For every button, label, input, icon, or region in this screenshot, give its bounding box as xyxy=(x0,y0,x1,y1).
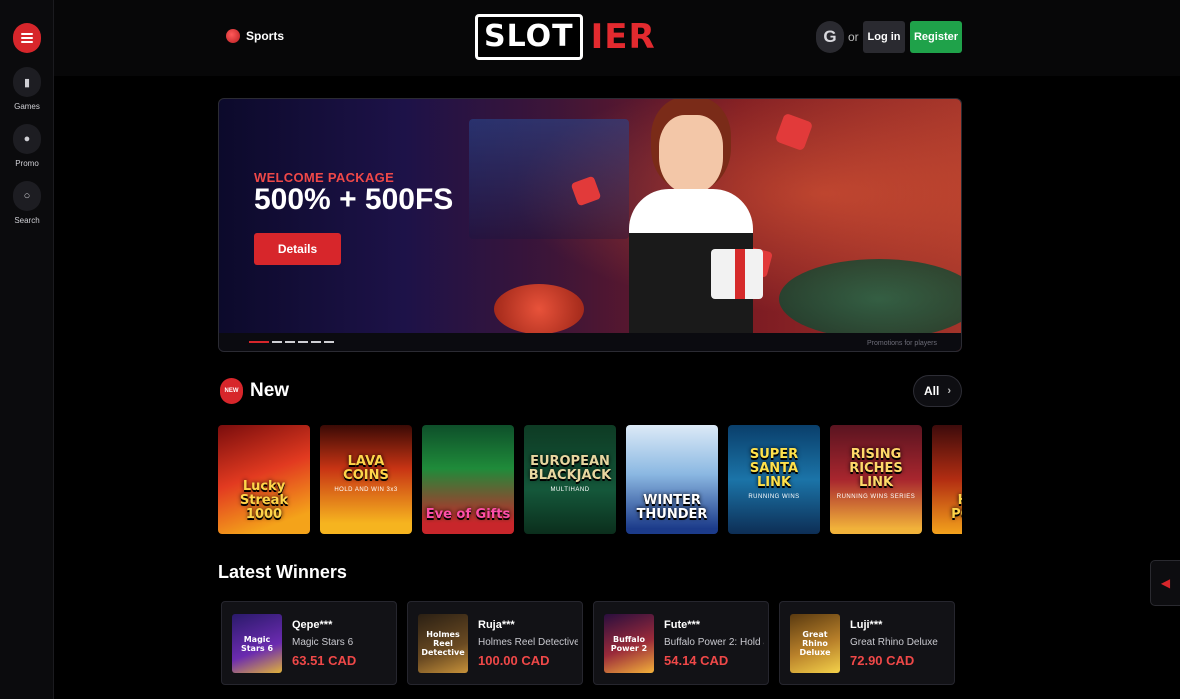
all-games-button[interactable]: All › xyxy=(913,375,962,407)
winner-username: Ruja*** xyxy=(478,619,515,631)
login-button[interactable]: Log in xyxy=(863,21,905,53)
rail-item-search[interactable]: ○ Search xyxy=(0,181,54,225)
game-tile[interactable]: EUROPEAN BLACKJACK MULTIHAND xyxy=(524,425,616,534)
game-subtitle: MULTIHAND xyxy=(550,487,590,493)
winner-amount: 63.51 CAD xyxy=(292,653,357,668)
game-tile[interactable]: WINTER THUNDER xyxy=(626,425,718,534)
winner-game-thumbnail: Magic Stars 6 xyxy=(232,614,282,673)
sports-label: Sports xyxy=(246,29,285,43)
promo-banner[interactable]: WELCOME PACKAGE 500% + 500FS Details Pro… xyxy=(218,98,962,352)
google-login-button[interactable]: G xyxy=(816,21,844,53)
game-tile[interactable]: LAVA COINS HOLD AND WIN 3x3 xyxy=(320,425,412,534)
logo-text-boxed: SLOT xyxy=(475,14,583,60)
winner-username: Fute*** xyxy=(664,619,701,631)
winner-username: Qepe*** xyxy=(292,619,333,631)
slide-dot[interactable] xyxy=(311,341,321,343)
game-title: Eve of Gifts xyxy=(425,507,511,522)
winner-username: Luji*** xyxy=(850,619,883,631)
winner-game-name: Great Rhino Deluxe xyxy=(850,637,938,648)
top-header: Sports SLOT IER G or Log in Register xyxy=(54,0,1180,76)
google-icon: G xyxy=(823,27,837,46)
banner-disclaimer: Promotions for players xyxy=(866,340,937,347)
rail-item-promo[interactable]: ● Promo xyxy=(0,124,54,168)
slot-machines-art xyxy=(469,119,629,239)
winner-card[interactable]: Magic Stars 6 Qepe*** Magic Stars 6 63.51 C… xyxy=(221,601,397,685)
games-icon: ▮ xyxy=(13,67,41,97)
gift-icon xyxy=(711,249,763,299)
menu-button[interactable] xyxy=(13,23,41,53)
game-title: HERO POWER xyxy=(951,494,962,522)
game-tile[interactable]: Eve of Gifts xyxy=(422,425,514,534)
game-subtitle: HOLD AND WIN 3x3 xyxy=(334,487,398,493)
sports-link[interactable]: Sports xyxy=(226,29,284,43)
winner-amount: 100.00 CAD xyxy=(478,653,550,668)
game-tile[interactable]: RISING RICHES LINK RUNNING WINS SERIES xyxy=(830,425,922,534)
slide-dot[interactable] xyxy=(285,341,295,343)
caret-left-icon: ◀ xyxy=(1160,576,1171,590)
game-title: SUPER SANTA LINK xyxy=(749,447,799,490)
dealer-illustration xyxy=(619,109,763,335)
winner-game-name: Buffalo Power 2: Hold and Win xyxy=(664,637,764,648)
game-subtitle: RUNNING WINS SERIES xyxy=(836,494,916,500)
game-subtitle: RUNNING WINS xyxy=(748,494,800,500)
register-button[interactable]: Register xyxy=(910,21,962,53)
rail-item-games[interactable]: ▮ Games xyxy=(0,67,54,111)
section-title-new: New xyxy=(250,380,290,401)
sports-ball-icon xyxy=(226,29,240,43)
slide-dot[interactable] xyxy=(249,341,269,343)
chips-art xyxy=(494,284,584,334)
winner-game-name: Holmes Reel Detective xyxy=(478,637,578,648)
game-tile[interactable]: HERO POWER xyxy=(932,425,962,534)
winner-card[interactable]: Buffalo Power 2 Fute*** Buffalo Power 2: H… xyxy=(593,601,769,685)
section-title-winners: Latest Winners xyxy=(218,562,347,582)
thumbnail-label: Magic Stars 6 xyxy=(240,634,274,653)
winner-game-name: Magic Stars 6 xyxy=(292,637,354,648)
new-games-carousel: Lucky Streak 1000 LAVA COINS HOLD AND WIN … xyxy=(218,425,962,535)
game-title: WINTER THUNDER xyxy=(636,493,708,522)
winner-card[interactable]: Great Rhino Deluxe Luji*** Great Rhino Del… xyxy=(779,601,955,685)
site-logo[interactable]: SLOT IER xyxy=(475,14,656,60)
game-tile[interactable]: Lucky Streak 1000 xyxy=(218,425,310,534)
winner-amount: 54.14 CAD xyxy=(664,653,729,668)
hamburger-icon xyxy=(21,33,33,43)
banner-headline: 500% + 500FS xyxy=(254,183,454,216)
winner-game-thumbnail: Great Rhino Deluxe xyxy=(790,614,840,673)
rail-item-label: Search xyxy=(14,216,40,225)
or-separator: or xyxy=(848,30,859,44)
game-tile[interactable]: SUPER SANTA LINK RUNNING WINS xyxy=(728,425,820,534)
left-rail: ▮ Games ● Promo ○ Search xyxy=(0,0,54,699)
game-title: LAVA COINS xyxy=(343,454,389,483)
all-label: All xyxy=(923,384,940,398)
slide-indicators xyxy=(249,341,334,343)
winner-card[interactable]: Holmes Reel Detective Ruja*** Holmes Reel … xyxy=(407,601,583,685)
winner-amount: 72.90 CAD xyxy=(850,653,915,668)
game-title: RISING RICHES LINK xyxy=(849,447,903,490)
slide-dot[interactable] xyxy=(298,341,308,343)
chevron-right-icon: › xyxy=(947,385,951,397)
fire-icon: ● xyxy=(13,124,41,154)
details-button[interactable]: Details xyxy=(254,233,341,265)
slide-dot[interactable] xyxy=(324,341,334,343)
slide-dot[interactable] xyxy=(272,341,282,343)
rail-item-label: Games xyxy=(14,102,40,111)
search-icon: ○ xyxy=(13,181,41,211)
game-title: EUROPEAN BLACKJACK xyxy=(528,454,612,483)
winner-game-thumbnail: Buffalo Power 2 xyxy=(604,614,654,673)
rail-item-label: Promo xyxy=(15,159,39,168)
side-panel-toggle[interactable]: ◀ xyxy=(1150,560,1180,606)
thumbnail-label: Buffalo Power 2 xyxy=(610,634,648,653)
thumbnail-label: Holmes Reel Detective xyxy=(421,630,465,657)
logo-text-tail: IER xyxy=(590,17,656,57)
new-badge-icon: NEW xyxy=(220,378,243,404)
winner-game-thumbnail: Holmes Reel Detective xyxy=(418,614,468,673)
game-title: Lucky Streak 1000 xyxy=(239,479,289,522)
thumbnail-label: Great Rhino Deluxe xyxy=(799,630,831,657)
